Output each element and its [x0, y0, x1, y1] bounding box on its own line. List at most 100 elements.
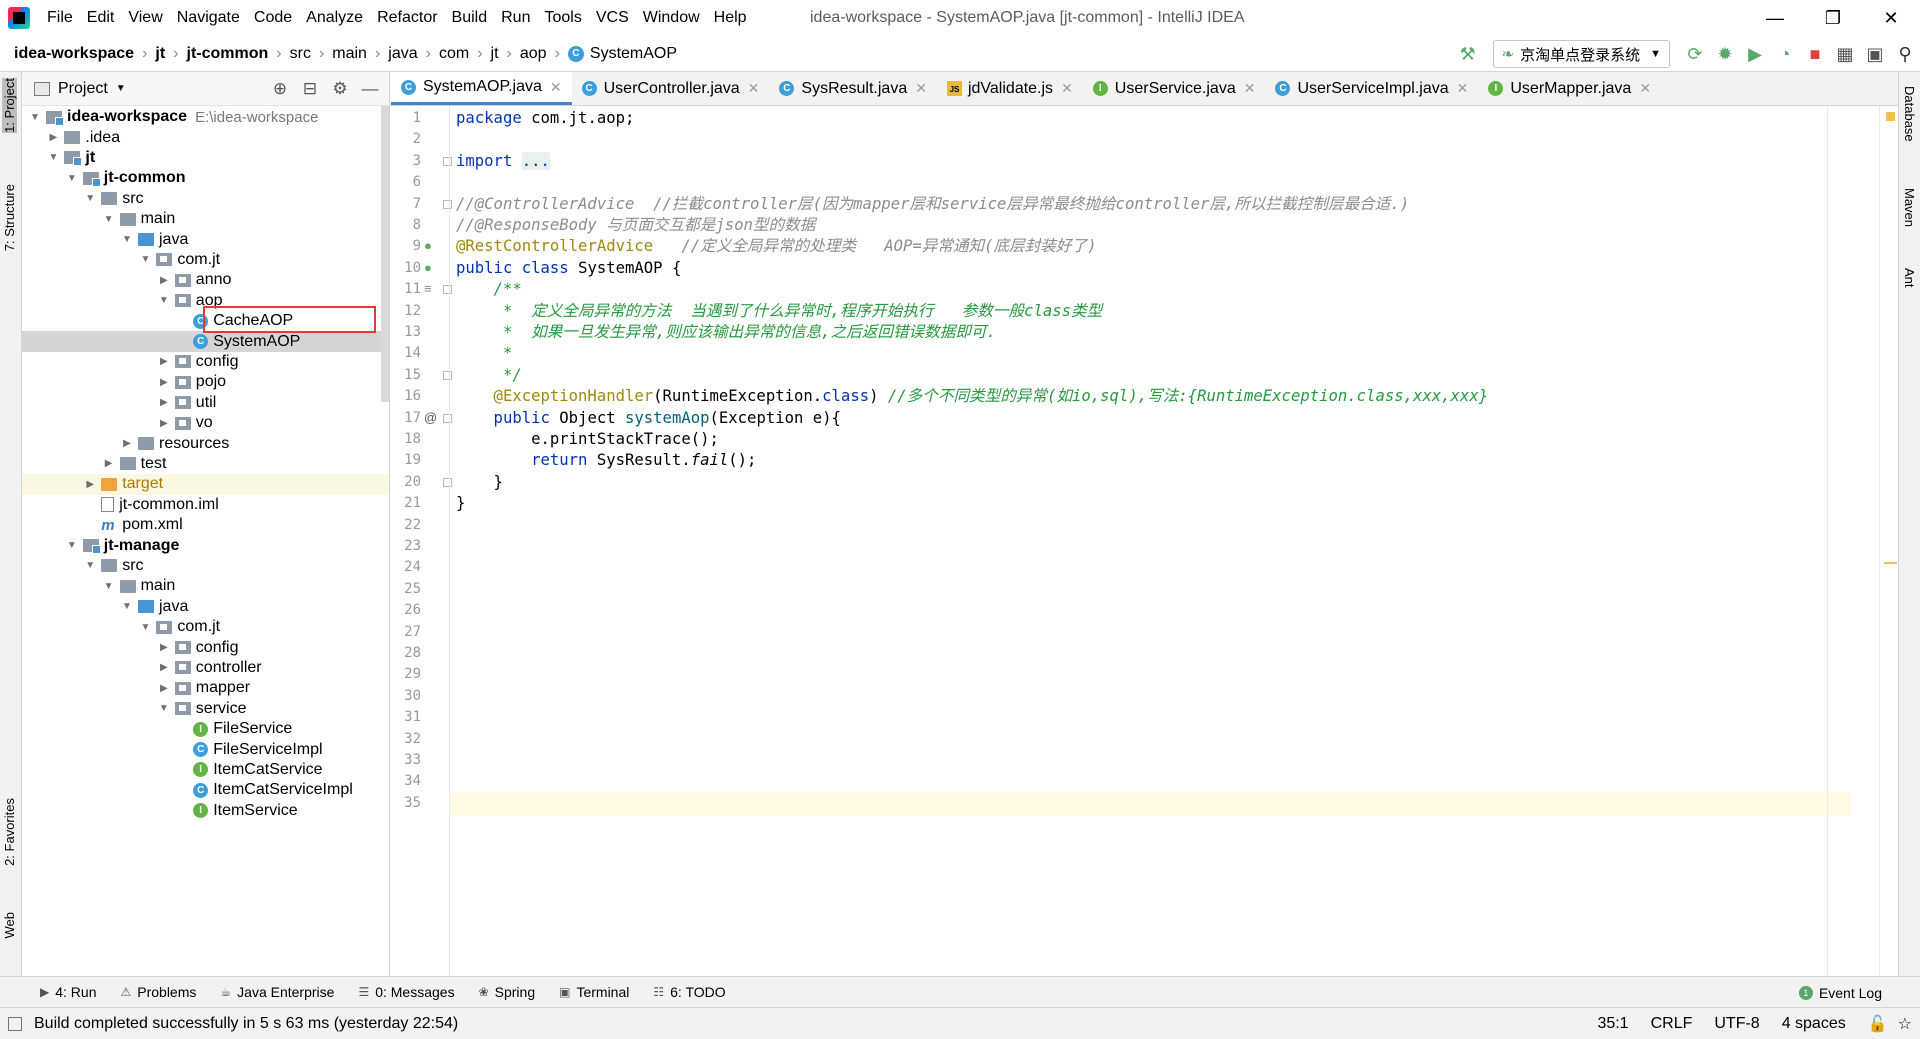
tree-node[interactable]: ▼ jt-manage — [22, 535, 389, 555]
tree-node[interactable]: ▼ com.jt — [22, 617, 389, 637]
tree-node[interactable]: ▶ config — [22, 352, 389, 372]
chevron-down-icon[interactable]: ▼ — [102, 581, 116, 592]
breadcrumb-item[interactable]: idea-workspace — [14, 45, 134, 63]
editor-tab[interactable]: I UserMapper.java ✕ — [1478, 72, 1661, 105]
menu-item-code[interactable]: Code — [247, 0, 299, 36]
chevron-right-icon[interactable]: ▶ — [157, 356, 171, 367]
line-number[interactable]: 26 — [391, 602, 421, 618]
line-number[interactable]: 34 — [391, 773, 421, 789]
menu-item-file[interactable]: File — [40, 0, 80, 36]
close-icon[interactable]: ✕ — [550, 79, 562, 96]
project-panel-title[interactable]: Project — [58, 80, 108, 98]
project-structure-icon[interactable]: ▦ — [1830, 39, 1860, 69]
project-scrollbar[interactable] — [381, 106, 389, 976]
chevron-down-icon[interactable]: ▼ — [83, 560, 97, 571]
tree-node[interactable]: ▶ pojo — [22, 372, 389, 392]
fold-marker-icon[interactable] — [443, 199, 452, 209]
tree-node[interactable]: ▶ .idea — [22, 127, 389, 147]
tree-node[interactable]: ▶ vo — [22, 413, 389, 433]
code-line[interactable]: } — [456, 472, 503, 493]
close-icon[interactable]: ✕ — [748, 80, 760, 97]
build-hammer-icon[interactable]: ⚒ — [1453, 39, 1483, 69]
code-line[interactable]: /** — [456, 279, 522, 300]
menu-item-edit[interactable]: Edit — [80, 0, 122, 36]
code-line[interactable]: * 定义全局异常的方法 当遇到了什么异常时,程序开始执行 参数一般class类型 — [456, 301, 1102, 322]
tree-node[interactable]: ▶ resources — [22, 433, 389, 453]
lock-icon[interactable]: 🔓 — [1868, 1014, 1888, 1034]
chevron-right-icon[interactable]: ▶ — [157, 662, 171, 673]
code-editor[interactable]: 1 2 3 6 7 8 9 10 11 12 13 14 15 16 17 18 19 20 21 22 23 24 25 2… — [391, 106, 1898, 976]
line-number[interactable]: 15 — [391, 367, 421, 383]
code-line[interactable]: * 如果一旦发生异常,则应该输出异常的信息,之后返回错误数据即可. — [456, 322, 996, 343]
menu-item-analyze[interactable]: Analyze — [299, 0, 370, 36]
breadcrumb-item[interactable]: jt — [491, 45, 499, 63]
code-line[interactable]: * — [456, 343, 512, 364]
line-number[interactable]: 20 — [391, 474, 421, 490]
tree-node[interactable]: jt-common.iml — [22, 495, 389, 515]
tree-node[interactable]: ▼ src — [22, 189, 389, 209]
project-tool-button[interactable]: 1: Project — [2, 78, 17, 133]
annotation-icon[interactable]: @ — [424, 410, 437, 425]
layout-icon[interactable]: ▣ — [1860, 39, 1890, 69]
line-number[interactable]: 22 — [391, 517, 421, 533]
menu-item-tools[interactable]: Tools — [537, 0, 588, 36]
tree-node[interactable]: I ItemService — [22, 801, 389, 821]
code-line[interactable]: //@ResponseBody 与页面交互都是json型的数据 — [456, 215, 815, 236]
locate-target-icon[interactable]: ⊕ — [265, 74, 295, 104]
tree-node[interactable]: C FileServiceImpl — [22, 739, 389, 759]
gear-icon[interactable]: ⚙ — [325, 74, 355, 104]
structure-tool-button[interactable]: 7: Structure — [2, 184, 17, 251]
line-number[interactable]: 23 — [391, 538, 421, 554]
git-icon[interactable]: ☆ — [1898, 1014, 1912, 1034]
run-configuration-select[interactable]: ❧ 京淘单点登录系统 ▼ — [1492, 40, 1670, 68]
tool-window-button[interactable]: ☷ 6: TODO — [653, 984, 725, 1000]
chevron-right-icon[interactable]: ▶ — [46, 132, 60, 143]
chevron-down-icon[interactable]: ▼ — [83, 193, 97, 204]
fold-marker-icon[interactable] — [443, 413, 452, 423]
chevron-down-icon[interactable]: ▼ — [65, 173, 79, 184]
favorites-tool-button[interactable]: 2: Favorites — [2, 798, 17, 866]
code-line[interactable]: package com.jt.aop; — [456, 108, 634, 129]
editor-tab[interactable]: C UserServiceImpl.java ✕ — [1265, 72, 1478, 105]
chevron-right-icon[interactable]: ▶ — [157, 275, 171, 286]
line-number[interactable]: 2 — [391, 131, 421, 147]
line-number[interactable]: 32 — [391, 731, 421, 747]
status-message[interactable]: Build completed successfully in 5 s 63 m… — [34, 1015, 458, 1033]
chevron-down-icon[interactable]: ▼ — [157, 703, 171, 714]
chevron-right-icon[interactable]: ▶ — [102, 458, 116, 469]
line-number[interactable]: 3 — [391, 153, 421, 169]
rerun-icon[interactable]: ⟳ — [1680, 39, 1710, 69]
fold-marker-icon[interactable] — [443, 156, 452, 166]
line-number[interactable]: 14 — [391, 345, 421, 361]
event-log-button[interactable]: 1 Event Log — [1798, 977, 1882, 1008]
tree-node[interactable]: ▼ jt — [22, 148, 389, 168]
code-line[interactable]: public class SystemAOP { — [456, 258, 681, 279]
chevron-down-icon[interactable]: ▼ — [138, 622, 152, 633]
tree-node[interactable]: I ItemCatService — [22, 760, 389, 780]
line-number[interactable]: 6 — [391, 174, 421, 190]
tree-node[interactable]: ▼ jt-common — [22, 168, 389, 188]
fold-marker-icon[interactable] — [443, 370, 452, 380]
chevron-right-icon[interactable]: ▶ — [157, 377, 171, 388]
line-number[interactable]: 16 — [391, 388, 421, 404]
line-number[interactable]: 9 — [391, 238, 421, 254]
line-number[interactable]: 19 — [391, 452, 421, 468]
code-line[interactable]: } — [456, 493, 465, 514]
line-number[interactable]: 11 — [391, 281, 421, 297]
breadcrumb-item[interactable]: java — [388, 45, 417, 63]
breadcrumb-item[interactable]: SystemAOP — [590, 45, 677, 63]
chevron-right-icon[interactable]: ▶ — [157, 683, 171, 694]
tree-node[interactable]: I FileService — [22, 719, 389, 739]
editor-tab[interactable]: C UserController.java ✕ — [572, 72, 770, 105]
fold-marker-icon[interactable] — [443, 477, 452, 487]
breadcrumb-item[interactable]: jt-common — [187, 45, 269, 63]
editor-tab[interactable]: I UserService.java ✕ — [1083, 72, 1266, 105]
web-tool-button[interactable]: Web — [2, 912, 17, 939]
line-number[interactable]: 1 — [391, 110, 421, 126]
caret-position[interactable]: 35:1 — [1597, 1015, 1628, 1033]
chevron-down-icon[interactable]: ▼ — [116, 83, 126, 94]
menu-item-navigate[interactable]: Navigate — [170, 0, 247, 36]
tool-window-button[interactable]: ⚠ Problems — [120, 984, 196, 1000]
chevron-down-icon[interactable]: ▼ — [102, 214, 116, 225]
code-line[interactable]: @RestControllerAdvice //定义全局异常的处理类 AOP=异… — [456, 236, 1096, 257]
